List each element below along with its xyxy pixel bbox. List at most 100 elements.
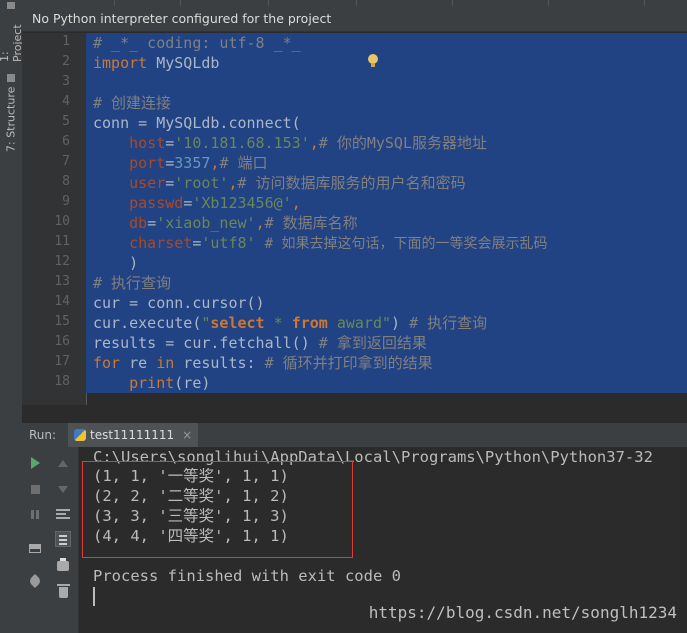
keyword: in bbox=[156, 354, 175, 372]
python-icon bbox=[74, 429, 86, 441]
code-editor[interactable]: 1 2 4 5 6 7 8 9 10 11 12 13 14 15 16 17 … bbox=[22, 33, 687, 405]
soft-wrap-button[interactable] bbox=[48, 504, 78, 524]
line-number: 15 bbox=[54, 314, 70, 329]
structure-icon bbox=[7, 74, 15, 83]
code-line bbox=[86, 73, 687, 93]
keyword: for bbox=[93, 354, 121, 372]
comment: # 如果去掉这句话，下面的一等奖会展示乱码 bbox=[264, 236, 548, 252]
scroll-down-button[interactable] bbox=[48, 479, 78, 499]
comment: # 访问数据库服务的用户名和密码 bbox=[237, 174, 466, 192]
layout-icon bbox=[29, 543, 41, 553]
line-number: 2 bbox=[62, 54, 70, 69]
comma: , bbox=[228, 174, 238, 192]
structure-tab-label: 7: Structure bbox=[4, 86, 18, 152]
comma: , bbox=[255, 214, 265, 232]
code-text: ) bbox=[391, 314, 401, 332]
banner-text: No Python interpreter configured for the… bbox=[32, 11, 332, 26]
pin-tab-button[interactable] bbox=[22, 571, 48, 591]
code-line: cur.execute("select * from award") # 执行查… bbox=[86, 313, 687, 333]
structure-tool-tab[interactable]: 7: Structure bbox=[2, 72, 20, 154]
line-number: 12 bbox=[54, 254, 70, 269]
number: 3357 bbox=[174, 154, 211, 172]
arrow-up-icon bbox=[58, 459, 68, 467]
stop-icon bbox=[30, 484, 40, 494]
code-line: host='10.181.68.153',# 你的MySQL服务器地址 bbox=[86, 133, 687, 153]
param: db bbox=[129, 214, 148, 232]
keyword: import bbox=[93, 54, 148, 72]
code-line: # 执行查询 bbox=[86, 273, 687, 293]
string: * bbox=[264, 314, 292, 332]
scroll-up-button[interactable] bbox=[48, 453, 78, 473]
code-text: (re) bbox=[174, 374, 211, 392]
code-line: print(re) bbox=[86, 373, 687, 393]
code-line: # 创建连接 bbox=[86, 93, 687, 113]
code-text: = bbox=[165, 154, 175, 172]
code-line: ) bbox=[86, 253, 687, 273]
code-line: # _*_ coding: utf-8 _*_ bbox=[86, 33, 687, 53]
line-number: 13 bbox=[54, 274, 70, 289]
code-line: conn = MySQLdb.connect( bbox=[86, 113, 687, 133]
line-number: 7 bbox=[62, 154, 70, 169]
string: award" bbox=[327, 314, 392, 332]
line-number: 14 bbox=[54, 294, 70, 309]
line-number: 5 bbox=[62, 114, 70, 129]
console-exit-line: Process finished with exit code 0 bbox=[93, 567, 401, 585]
highlight-box bbox=[82, 461, 353, 558]
code-text: cur = conn.cursor() bbox=[93, 294, 265, 312]
clear-console-button[interactable] bbox=[48, 582, 78, 602]
code-area[interactable]: # _*_ coding: utf-8 _*_ import MySQLdb #… bbox=[86, 33, 687, 405]
code-line: import MySQLdb bbox=[86, 53, 687, 73]
param: port bbox=[129, 154, 166, 172]
code-text: = bbox=[183, 194, 193, 212]
string: 'utf8' bbox=[201, 234, 256, 252]
line-number: 9 bbox=[62, 194, 70, 209]
param: passwd bbox=[129, 194, 184, 212]
trash-icon bbox=[56, 583, 70, 598]
line-number: 17 bbox=[54, 354, 70, 369]
comment: # 数据库名称 bbox=[264, 214, 358, 232]
code-text: results: bbox=[174, 354, 256, 372]
line-number: 6 bbox=[62, 134, 70, 149]
comment: # 拿到返回结果 bbox=[318, 334, 427, 352]
line-number-gutter: 1 2 4 5 6 7 8 9 10 11 12 13 14 15 16 17 … bbox=[22, 33, 87, 405]
run-panel-header: Run: test11111111 × bbox=[22, 423, 687, 448]
comment: # 执行查询 bbox=[93, 274, 172, 292]
string: 'root' bbox=[174, 174, 229, 192]
text-cursor bbox=[93, 587, 95, 606]
project-tool-tab[interactable]: 1: Project bbox=[0, 2, 24, 62]
tool-window-strip: 1: Project 7: Structure bbox=[0, 0, 24, 633]
line-number: 8 bbox=[62, 174, 70, 189]
stop-button[interactable] bbox=[22, 479, 48, 499]
comment: # 创建连接 bbox=[93, 94, 172, 112]
pause-button[interactable] bbox=[22, 504, 48, 524]
comment: # 循环并打印拿到的结果 bbox=[264, 354, 433, 372]
string: 'xiaob_new' bbox=[156, 214, 256, 232]
code-text: ) bbox=[129, 254, 139, 272]
comment: # 执行查询 bbox=[409, 314, 488, 332]
param: charset bbox=[129, 234, 193, 252]
code-line: db='xiaob_new',# 数据库名称 bbox=[86, 213, 687, 233]
scroll-to-end-button[interactable] bbox=[48, 529, 78, 549]
line-number: 1 bbox=[62, 34, 70, 49]
code-line: charset='utf8' # 如果去掉这句话，下面的一等奖会展示乱码 bbox=[86, 233, 687, 253]
line-number: 10 bbox=[54, 214, 70, 229]
line-number: 11 bbox=[54, 234, 70, 249]
watermark: https://blog.csdn.net/songlh1234 bbox=[368, 603, 677, 622]
console-output[interactable]: C:\Users\songlihui\AppData\Local\Program… bbox=[79, 447, 687, 633]
rerun-button[interactable] bbox=[22, 453, 48, 473]
comma: , bbox=[291, 194, 301, 212]
printer-icon bbox=[57, 558, 69, 571]
line-number: 16 bbox=[54, 334, 70, 349]
close-icon[interactable]: × bbox=[182, 428, 192, 442]
layout-button[interactable] bbox=[22, 538, 48, 558]
code-text: = bbox=[165, 134, 175, 152]
run-config-tab[interactable]: test11111111 × bbox=[68, 423, 199, 447]
print-button[interactable] bbox=[48, 556, 78, 576]
string: 'Xb123456@' bbox=[192, 194, 292, 212]
code-text: MySQLdb bbox=[147, 54, 220, 72]
param: host bbox=[129, 134, 166, 152]
lightbulb-icon[interactable] bbox=[368, 54, 378, 67]
editor-bottom-area bbox=[22, 405, 687, 424]
folder-icon bbox=[7, 2, 15, 10]
run-toolbar-primary bbox=[22, 447, 49, 633]
